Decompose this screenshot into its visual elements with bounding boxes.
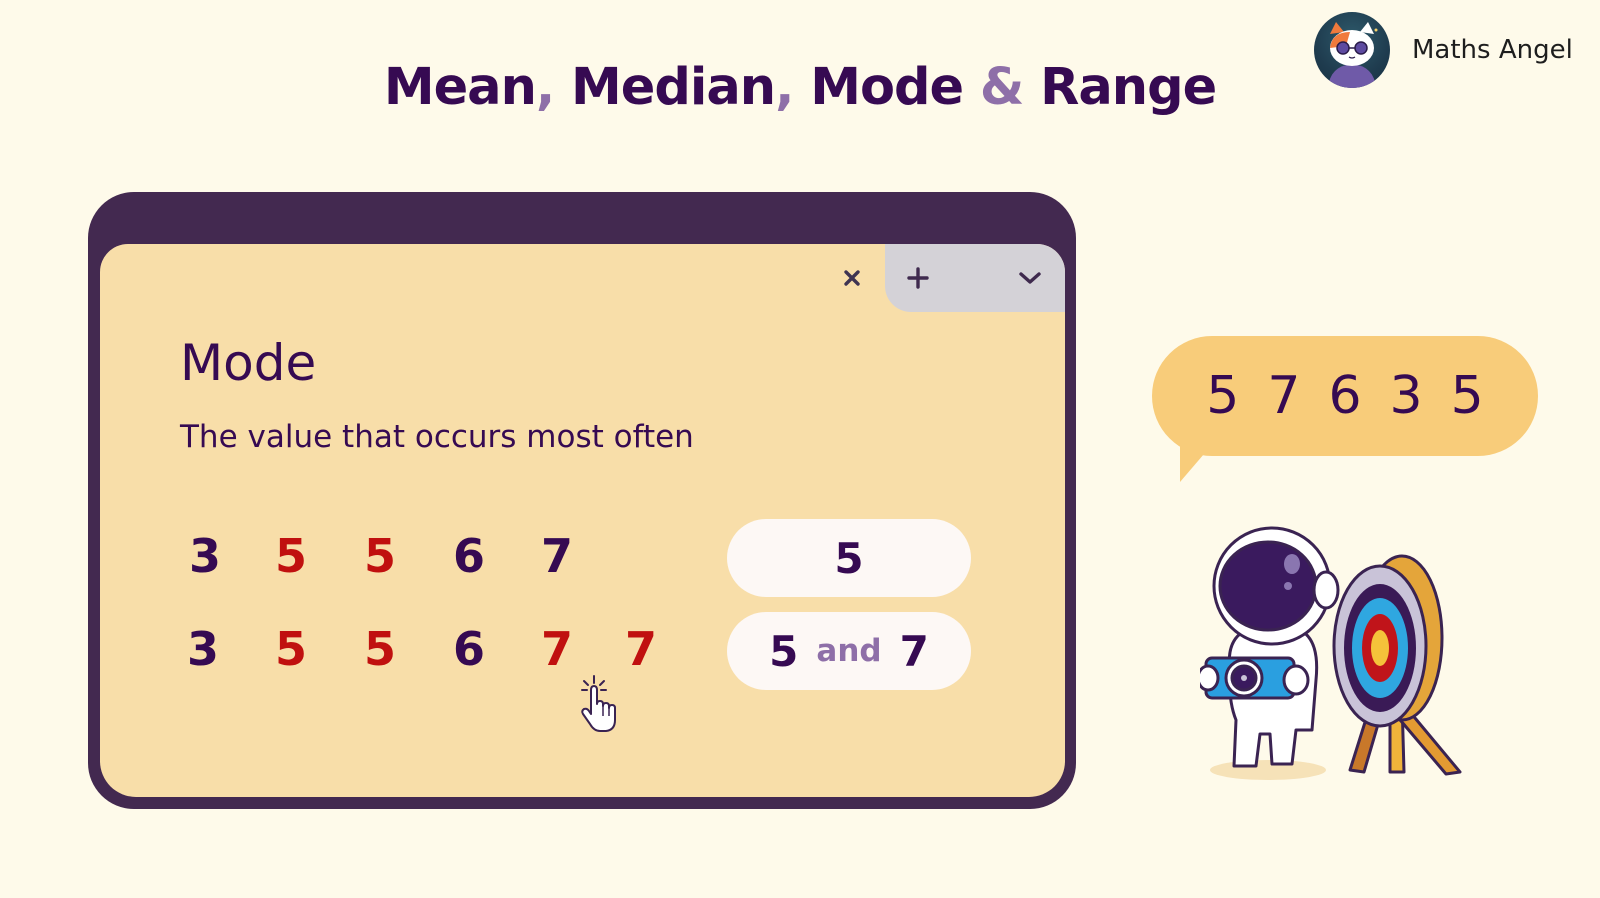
data-value: 7 bbox=[540, 529, 573, 583]
title-mode: Mode bbox=[793, 58, 964, 117]
astronaut-target-illustration bbox=[1196, 520, 1500, 800]
answer-connector: and bbox=[816, 633, 882, 669]
data-value-mode: 5 bbox=[363, 622, 396, 676]
close-icon bbox=[844, 270, 860, 286]
card-description: The value that occurs most often bbox=[180, 419, 694, 455]
data-value-mode: 5 bbox=[363, 529, 396, 583]
data-value: 3 bbox=[186, 622, 219, 676]
answer-pill-2: 5 and 7 bbox=[727, 612, 971, 690]
title-median: Median bbox=[554, 58, 776, 117]
bubble-value: 5 bbox=[1450, 366, 1484, 426]
tab-close-button[interactable] bbox=[834, 260, 870, 296]
title-ampersand: & bbox=[963, 58, 1041, 117]
card-title: Mode bbox=[180, 334, 317, 392]
data-value-mode: 7 bbox=[540, 622, 573, 676]
chevron-down-icon bbox=[1019, 272, 1041, 284]
answer-value: 5 bbox=[769, 626, 799, 676]
title-mean: Mean bbox=[383, 58, 537, 117]
new-tab-button[interactable] bbox=[900, 260, 936, 296]
brand: Maths Angel bbox=[1314, 12, 1573, 88]
browser-content: Mode The value that occurs most often 3 … bbox=[100, 244, 1065, 797]
speech-bubble: 5 7 6 3 5 bbox=[1152, 336, 1538, 456]
bubble-value: 7 bbox=[1267, 366, 1301, 426]
answer-pill-1: 5 bbox=[727, 519, 971, 597]
brand-name: Maths Angel bbox=[1412, 35, 1573, 65]
data-value-mode: 5 bbox=[274, 622, 307, 676]
tab-menu-button[interactable] bbox=[1012, 260, 1048, 296]
answer-value: 7 bbox=[899, 626, 929, 676]
bubble-value: 6 bbox=[1328, 366, 1362, 426]
data-value: 6 bbox=[452, 529, 485, 583]
data-value-mode: 7 bbox=[624, 622, 657, 676]
data-value: 3 bbox=[188, 529, 221, 583]
cat-avatar-icon bbox=[1314, 12, 1390, 88]
bubble-value: 3 bbox=[1389, 366, 1423, 426]
data-value-mode: 5 bbox=[274, 529, 307, 583]
title-comma: , bbox=[775, 58, 794, 117]
plus-icon bbox=[907, 267, 929, 289]
title-range: Range bbox=[1040, 58, 1217, 117]
bubble-value: 5 bbox=[1206, 366, 1240, 426]
browser-window: Mode The value that occurs most often 3 … bbox=[88, 192, 1076, 809]
data-value: 6 bbox=[452, 622, 485, 676]
hand-pointer-cursor-icon bbox=[576, 674, 622, 734]
title-comma: , bbox=[535, 58, 555, 117]
answer-value: 5 bbox=[834, 533, 864, 583]
